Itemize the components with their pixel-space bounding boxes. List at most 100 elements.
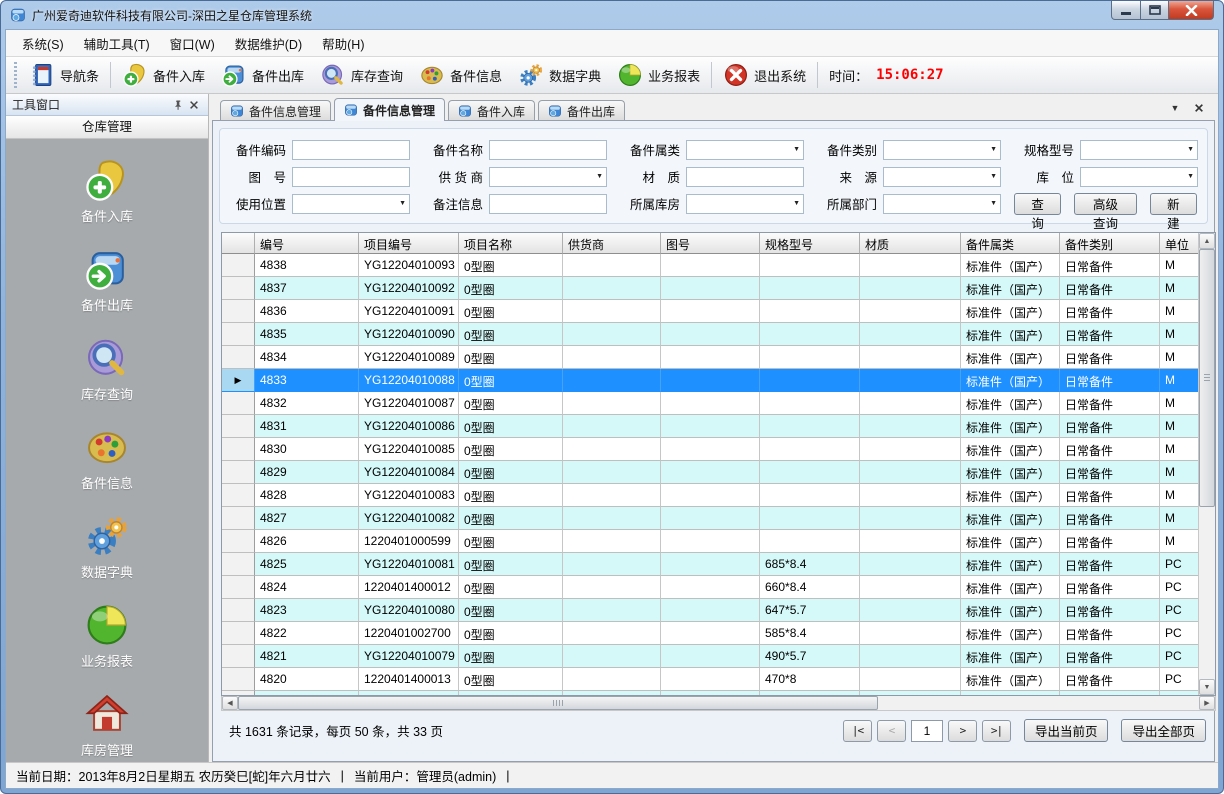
scroll-left-icon[interactable]: ◀ bbox=[222, 696, 238, 710]
maximize-button[interactable] bbox=[1141, 1, 1169, 20]
table-row[interactable]: 482212204010027000型圈585*8.4标准件（国产）日常备件PC bbox=[222, 622, 1215, 645]
column-header[interactable]: 单位 bbox=[1160, 233, 1198, 254]
sidebar-group-header[interactable]: 仓库管理 bbox=[6, 116, 208, 139]
table-row[interactable]: 4827YG122040100820型圈标准件（国产）日常备件M bbox=[222, 507, 1215, 530]
query-button[interactable]: 查询 bbox=[1014, 193, 1061, 215]
close-button[interactable] bbox=[1169, 1, 1214, 20]
table-row[interactable]: 4834YG122040100890型圈标准件（国产）日常备件M bbox=[222, 346, 1215, 369]
toolbar-button-parts-info[interactable]: 备件信息 bbox=[411, 60, 510, 90]
usage-position-select[interactable]: ▼ bbox=[292, 194, 410, 214]
part-name-input[interactable] bbox=[489, 140, 607, 160]
table-row[interactable]: 482012204014000130型圈470*8标准件（国产）日常备件PC bbox=[222, 668, 1215, 691]
toolbar-button-parts-outbound[interactable]: 备件出库 bbox=[213, 60, 312, 90]
table-row[interactable]: 482412204014000120型圈660*8.4标准件（国产）日常备件PC bbox=[222, 576, 1215, 599]
export-current-button[interactable]: 导出当前页 bbox=[1024, 719, 1109, 742]
next-page-button[interactable]: > bbox=[948, 720, 977, 742]
panel-close-icon[interactable] bbox=[186, 97, 202, 113]
advanced-query-button[interactable]: 高级查询 bbox=[1074, 193, 1137, 215]
sidebar-item-data-dictionary[interactable]: 数据字典 bbox=[81, 513, 133, 581]
column-header[interactable]: 规格型号 bbox=[760, 233, 860, 254]
toolbar-button-parts-inbound[interactable]: 备件入库 bbox=[114, 60, 213, 90]
hscroll-track[interactable] bbox=[238, 696, 1199, 710]
remark-input[interactable] bbox=[489, 194, 607, 214]
prev-page-button[interactable]: < bbox=[877, 720, 906, 742]
column-header[interactable]: 备件属类 bbox=[961, 233, 1060, 254]
column-header[interactable]: 图号 bbox=[661, 233, 760, 254]
department-select[interactable]: ▼ bbox=[883, 194, 1001, 214]
column-header[interactable] bbox=[222, 233, 255, 254]
column-header[interactable]: 编号 bbox=[255, 233, 359, 254]
toolbar-button-business-report[interactable]: 业务报表 bbox=[609, 60, 708, 90]
menu-item[interactable]: 窗口(W) bbox=[160, 30, 225, 57]
table-row[interactable]: ▶4833YG122040100880型圈标准件（国产）日常备件M bbox=[222, 369, 1215, 392]
sidebar-item-stock-query[interactable]: 库存查询 bbox=[81, 335, 133, 403]
table-row[interactable]: 4823YG122040100800型圈647*5.7标准件（国产）日常备件PC bbox=[222, 599, 1215, 622]
toolbar-button-navbar[interactable]: 导航条 bbox=[21, 60, 107, 90]
vscroll-track[interactable] bbox=[1199, 249, 1215, 679]
sidebar-item-parts-inbound[interactable]: 备件入库 bbox=[81, 157, 133, 225]
supplier-select[interactable]: ▼ bbox=[489, 167, 607, 187]
table-row[interactable]: 4828YG122040100830型圈标准件（国产）日常备件M bbox=[222, 484, 1215, 507]
part-type-select[interactable]: ▼ bbox=[883, 140, 1001, 160]
scroll-up-icon[interactable]: ▲ bbox=[1199, 233, 1215, 249]
location-select[interactable]: ▼ bbox=[1080, 167, 1198, 187]
table-row[interactable]: 4837YG122040100920型圈标准件（国产）日常备件M bbox=[222, 277, 1215, 300]
tab-parts-info-mgmt-1[interactable]: 备件信息管理 bbox=[220, 100, 331, 121]
last-page-button[interactable]: >| bbox=[982, 720, 1011, 742]
table-row[interactable]: 482612204010005990型圈标准件（国产）日常备件M bbox=[222, 530, 1215, 553]
table-row[interactable]: 4821YG122040100790型圈490*5.7标准件（国产）日常备件PC bbox=[222, 645, 1215, 668]
menu-item[interactable]: 辅助工具(T) bbox=[74, 30, 160, 57]
tab-list-dropdown-icon[interactable]: ▼ bbox=[1167, 100, 1183, 116]
column-header[interactable]: 项目名称 bbox=[459, 233, 563, 254]
table-horizontal-scrollbar[interactable]: ◀ ▶ bbox=[221, 696, 1216, 711]
column-header[interactable]: 材质 bbox=[860, 233, 961, 254]
toolbar-button-exit-system[interactable]: 退出系统 bbox=[715, 60, 814, 90]
new-button[interactable]: 新建 bbox=[1150, 193, 1197, 215]
table-row[interactable]: 4831YG122040100860型圈标准件（国产）日常备件M bbox=[222, 415, 1215, 438]
column-header[interactable]: 项目编号 bbox=[359, 233, 459, 254]
toolbar-button-stock-query[interactable]: 库存查询 bbox=[312, 60, 411, 90]
source-select[interactable]: ▼ bbox=[883, 167, 1001, 187]
cell: 4823 bbox=[255, 599, 359, 622]
scroll-right-icon[interactable]: ▶ bbox=[1199, 696, 1215, 710]
table-row[interactable]: 4825YG122040100810型圈685*8.4标准件（国产）日常备件PC bbox=[222, 553, 1215, 576]
table-row[interactable]: 4829YG122040100840型圈标准件（国产）日常备件M bbox=[222, 461, 1215, 484]
vscroll-thumb[interactable] bbox=[1199, 249, 1215, 507]
tab-parts-outbound[interactable]: 备件出库 bbox=[538, 100, 625, 121]
table-row[interactable]: 4838YG122040100930型圈标准件（国产）日常备件M bbox=[222, 254, 1215, 277]
statusbar: 当前日期：2013年8月2日星期五 农历癸巳[蛇]年六月廿六 | 当前用户：管理… bbox=[6, 762, 1218, 788]
material-input[interactable] bbox=[686, 167, 804, 187]
hscroll-thumb[interactable] bbox=[238, 696, 878, 710]
table-row[interactable]: 4830YG122040100850型圈标准件（国产）日常备件M bbox=[222, 438, 1215, 461]
menu-item[interactable]: 数据维护(D) bbox=[225, 30, 312, 57]
row-selector bbox=[222, 277, 255, 300]
column-header[interactable]: 供货商 bbox=[563, 233, 661, 254]
cell bbox=[661, 323, 760, 346]
table-row[interactable]: 4836YG122040100910型圈标准件（国产）日常备件M bbox=[222, 300, 1215, 323]
tab-parts-inbound[interactable]: 备件入库 bbox=[448, 100, 535, 121]
column-header[interactable]: 备件类别 bbox=[1060, 233, 1160, 254]
drawing-no-input[interactable] bbox=[292, 167, 410, 187]
warehouse-select[interactable]: ▼ bbox=[686, 194, 804, 214]
tab-parts-info-mgmt-2[interactable]: 备件信息管理 bbox=[334, 98, 445, 121]
table-row[interactable]: 4835YG122040100900型圈标准件（国产）日常备件M bbox=[222, 323, 1215, 346]
minimize-button[interactable] bbox=[1111, 1, 1141, 20]
tab-close-icon[interactable] bbox=[1191, 100, 1207, 116]
sidebar-item-parts-info[interactable]: 备件信息 bbox=[81, 424, 133, 492]
page-input[interactable]: 1 bbox=[911, 720, 943, 742]
table-row[interactable]: 4832YG122040100870型圈标准件（国产）日常备件M bbox=[222, 392, 1215, 415]
pin-icon[interactable] bbox=[170, 97, 186, 113]
sidebar-item-business-report[interactable]: 业务报表 bbox=[81, 602, 133, 670]
part-category-select[interactable]: ▼ bbox=[686, 140, 804, 160]
spec-model-select[interactable]: ▼ bbox=[1080, 140, 1198, 160]
table-vertical-scrollbar[interactable]: ▲ ▼ bbox=[1198, 233, 1215, 695]
toolbar-button-data-dictionary[interactable]: 数据字典 bbox=[510, 60, 609, 90]
first-page-button[interactable]: |< bbox=[843, 720, 872, 742]
part-code-input[interactable] bbox=[292, 140, 410, 160]
menu-item[interactable]: 系统(S) bbox=[12, 30, 74, 57]
sidebar-item-warehouse-mgmt[interactable]: 库房管理 bbox=[81, 691, 133, 759]
sidebar-item-parts-outbound[interactable]: 备件出库 bbox=[81, 246, 133, 314]
export-all-button[interactable]: 导出全部页 bbox=[1121, 719, 1206, 742]
scroll-down-icon[interactable]: ▼ bbox=[1199, 679, 1215, 695]
menu-item[interactable]: 帮助(H) bbox=[312, 30, 374, 57]
